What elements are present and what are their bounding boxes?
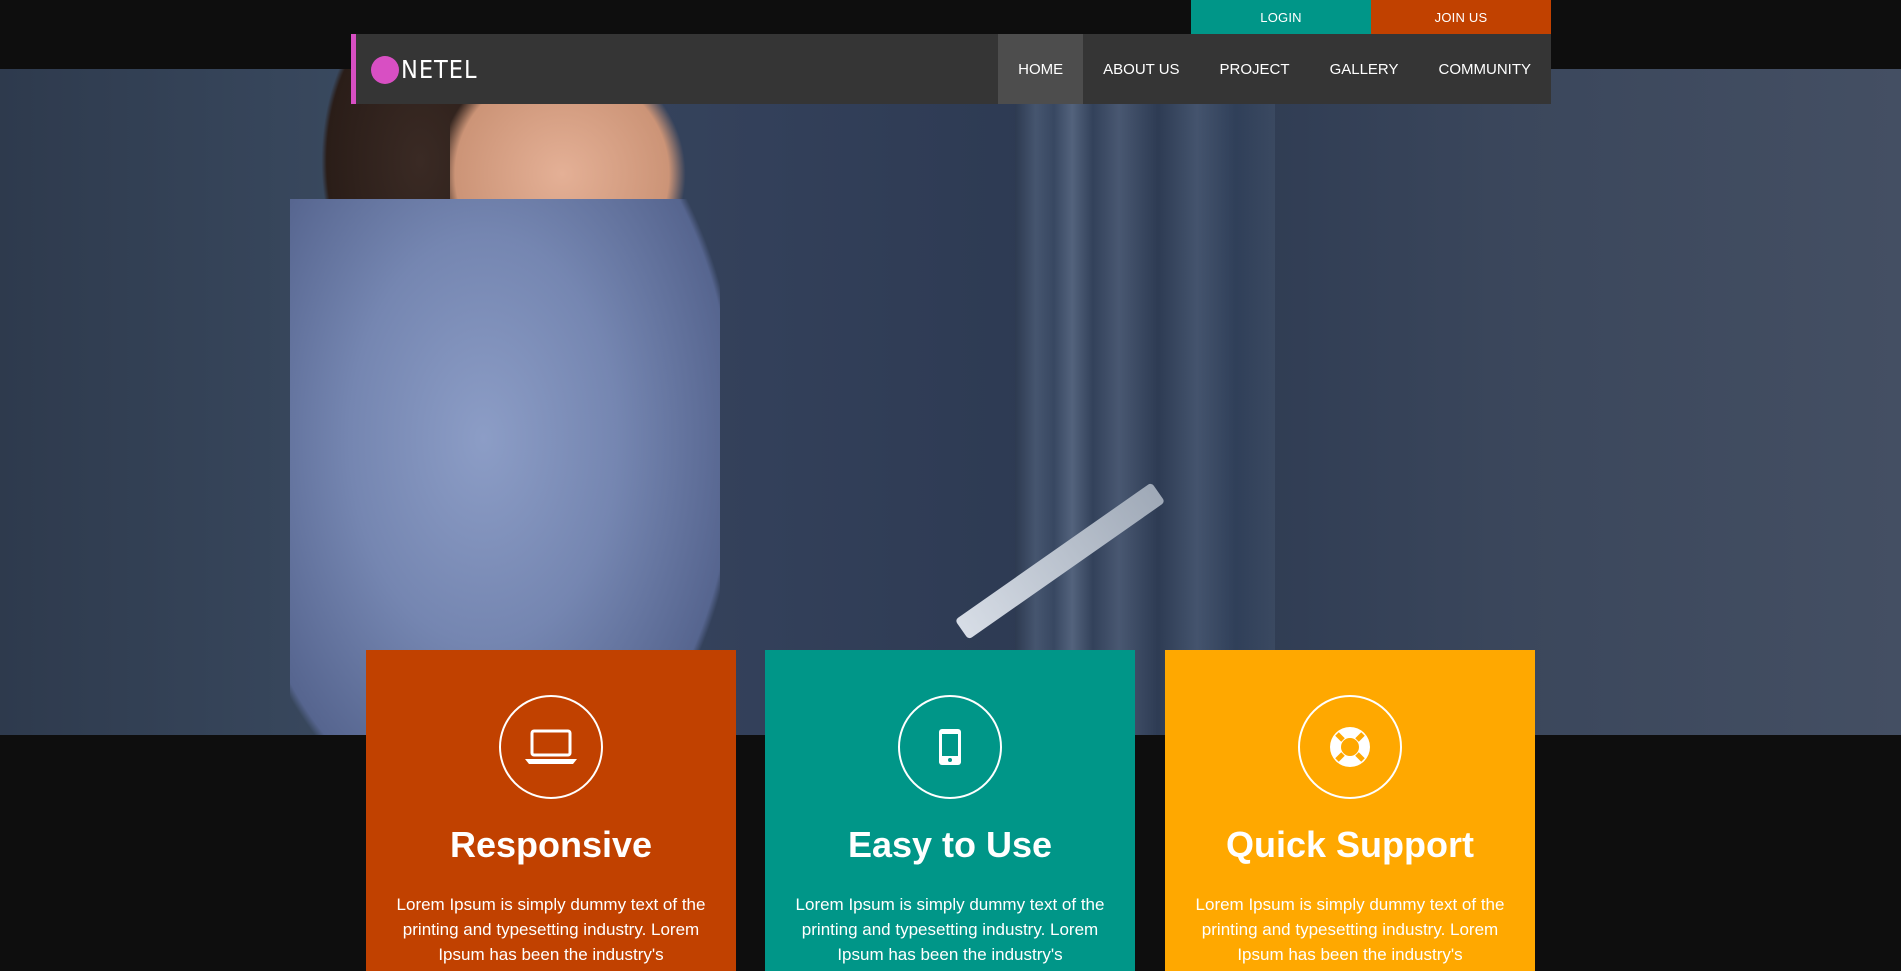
feature-title: Quick Support [1225,824,1474,865]
brand-name: NETEL [401,55,478,84]
feature-title: Easy to Use [847,824,1053,865]
nav-item-gallery[interactable]: GALLERY [1310,34,1419,104]
feature-text: Lorem Ipsum is simply dummy text of the … [795,895,1105,964]
hero-image [0,69,1901,735]
feature-text: Lorem Ipsum is simply dummy text of the … [1195,895,1505,964]
nav-item-project[interactable]: PROJECT [1200,34,1310,104]
laptop-icon [499,695,603,799]
join-us-button[interactable]: JOIN US [1371,0,1551,34]
nav-item-home[interactable]: HOME [998,34,1084,104]
navbar-accent [351,34,356,104]
main-navbar: NETEL HOME ABOUT US PROJECT GALLERY COMM… [351,34,1551,104]
feature-title: Responsive [449,824,653,865]
nav-item-community[interactable]: COMMUNITY [1419,34,1552,104]
top-bar: LOGIN JOIN US [0,0,1901,34]
life-ring-icon [1298,695,1402,799]
feature-card-easy-to-use: Easy to Use Lorem Ipsum is simply dummy … [765,650,1135,971]
nav-item-about-us[interactable]: ABOUT US [1083,34,1199,104]
feature-card-quick-support: Quick Support Lorem Ipsum is simply dumm… [1165,650,1535,971]
nav-menu: HOME ABOUT US PROJECT GALLERY COMMUNITY [998,34,1551,104]
logo-dot-icon [371,55,399,84]
brand-logo[interactable]: NETEL [371,55,478,84]
feature-card-responsive: Responsive Lorem Ipsum is simply dummy t… [366,650,736,971]
feature-text: Lorem Ipsum is simply dummy text of the … [396,895,706,964]
login-button[interactable]: LOGIN [1191,0,1371,34]
mobile-icon [898,695,1002,799]
hero-door-shape [1015,69,1275,735]
